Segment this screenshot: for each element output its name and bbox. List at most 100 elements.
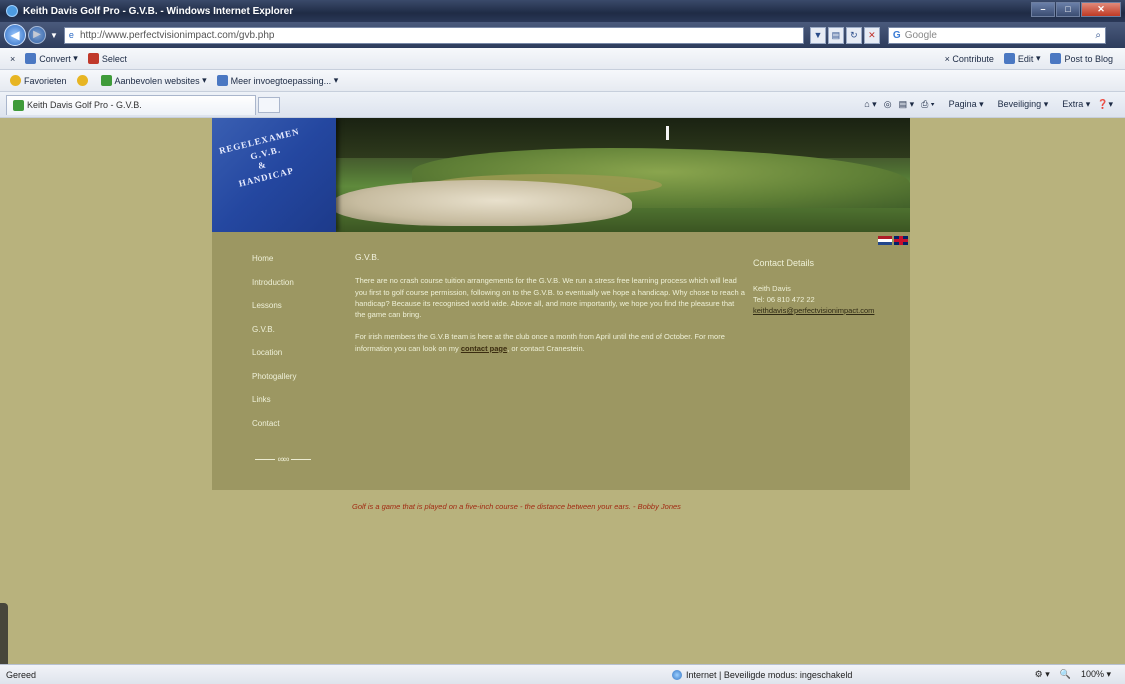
new-tab-button[interactable] <box>258 96 280 113</box>
more-addons-label: Meer invoegtoepassing... <box>230 75 332 86</box>
stop-icon[interactable]: ✕ <box>863 26 880 44</box>
edit-button[interactable]: Edit ▾ <box>1003 53 1040 64</box>
dutch-flag-icon[interactable] <box>878 236 892 245</box>
ie-logo-icon <box>6 5 18 17</box>
zoom-control[interactable]: 🔍 100% ▾ <box>1060 669 1111 680</box>
info-paragraph: For irish members the G.V.B team is here… <box>355 331 745 354</box>
nav-item-gvb[interactable]: G.V.B. <box>252 323 296 347</box>
contribute-button[interactable]: × Contribute <box>945 54 994 64</box>
more-addons-button[interactable]: Meer invoegtoepassing... ▾ <box>216 75 338 86</box>
contribute-label: Contribute <box>952 53 994 64</box>
extra-menu-label: Extra <box>1062 99 1084 109</box>
english-flag-icon[interactable] <box>894 236 908 245</box>
nav-item-location[interactable]: Location <box>252 346 296 370</box>
content-panel: Home Introduction Lessons G.V.B. Locatio… <box>212 232 910 490</box>
protected-mode-icon[interactable]: ⚙ ▾ <box>1035 669 1050 680</box>
print-icon[interactable]: ⎙ ▾ <box>921 99 934 110</box>
extra-menu[interactable]: Extra ▾ <box>1055 99 1090 110</box>
feeds-icon[interactable]: ◎ <box>884 99 892 110</box>
search-box[interactable]: G Google ⌕ <box>887 26 1106 44</box>
security-zone[interactable]: Internet | Beveiligde modus: ingeschakel… <box>672 669 853 680</box>
suggested-sites-icon <box>100 75 112 86</box>
contribute-toolbar: × Contribute Edit ▾ Post to Blog <box>935 53 1113 64</box>
page-icon: e <box>68 30 74 40</box>
address-actions: ▼ ▤ ↻ ✕ <box>808 26 880 44</box>
search-placeholder: Google <box>904 29 937 41</box>
suggested-sites-label: Aanbevolen websites <box>114 75 200 86</box>
favorites-star-icon <box>10 75 21 86</box>
window-title: Keith Davis Golf Pro - G.V.B. - Windows … <box>23 5 294 17</box>
google-icon: G <box>892 29 901 41</box>
command-bar: ⌂ ▾ ◎ ▤ ▾ ⎙ ▾ Pagina ▾ Beveiliging ▾ Ext… <box>857 99 1113 110</box>
info-text-end: , or contact Cranestein. <box>507 343 585 353</box>
read-mail-icon[interactable]: ▤ ▾ <box>899 99 915 110</box>
contact-email-link[interactable]: keithdavis@perfectvisionimpact.com <box>753 306 874 315</box>
nav-item-photogallery[interactable]: Photogallery <box>252 370 296 394</box>
compatibility-icon[interactable]: ▤ <box>827 26 844 44</box>
tab-row: Keith Davis Golf Pro - G.V.B. ⌂ ▾ ◎ ▤ ▾ … <box>0 92 1125 118</box>
contact-title: Contact Details <box>753 258 815 268</box>
add-favorite-button[interactable] <box>76 75 91 86</box>
zoom-level: 100% <box>1080 669 1104 679</box>
footer-quote: Golf is a game that is played on a five-… <box>352 502 681 511</box>
nav-item-home[interactable]: Home <box>252 252 296 276</box>
contact-phone: Tel: 06 810 472 22 <box>753 295 815 304</box>
zone-text: Internet | Beveiligde modus: ingeschakel… <box>686 669 853 680</box>
post-to-blog-button[interactable]: Post to Blog <box>1050 53 1113 64</box>
forward-button[interactable]: ▶ <box>28 26 46 44</box>
convert-button[interactable]: Convert ▾ <box>25 53 78 64</box>
security-menu-label: Beveiliging <box>997 99 1042 109</box>
select-icon <box>87 53 99 64</box>
window-controls: – □ ✕ <box>1030 2 1121 17</box>
language-flags <box>878 236 908 245</box>
status-right: ⚙ ▾ 🔍 100% ▾ <box>1025 669 1111 680</box>
convert-label: Convert <box>39 53 71 64</box>
status-bar: Gereed Internet | Beveiligde modus: inge… <box>0 664 1125 684</box>
select-button[interactable]: Select <box>87 53 127 64</box>
convert-icon <box>25 53 37 64</box>
address-bar[interactable]: e http://www.perfectvisionimpact.com/gvb… <box>63 26 804 44</box>
favorites-label: Favorieten <box>24 75 67 86</box>
history-dropdown-icon[interactable]: ▼ <box>50 31 58 40</box>
site-container: REGELEXAMEN G.V.B. & HANDICAP Home Intro… <box>212 118 910 490</box>
search-icon[interactable]: ⌕ <box>1095 30 1101 41</box>
security-menu[interactable]: Beveiliging ▾ <box>991 99 1049 110</box>
maximize-button[interactable]: □ <box>1056 2 1080 17</box>
header-bunker <box>332 180 632 226</box>
nav-item-contact[interactable]: Contact <box>252 417 296 441</box>
minimize-button[interactable]: – <box>1031 2 1055 17</box>
favorites-button[interactable]: Favorieten <box>10 75 67 86</box>
golf-flag-icon <box>666 126 669 140</box>
contact-name: Keith Davis <box>753 284 791 293</box>
status-text: Gereed <box>6 669 37 680</box>
page-menu[interactable]: Pagina ▾ <box>942 99 984 110</box>
address-dropdown-icon[interactable]: ▼ <box>809 26 826 44</box>
close-button[interactable]: ✕ <box>1081 2 1121 17</box>
home-icon[interactable]: ⌂ ▾ <box>864 99 876 110</box>
tab-active[interactable]: Keith Davis Golf Pro - G.V.B. <box>6 94 256 115</box>
address-row: ◀ ▶ ▼ e http://www.perfectvisionimpact.c… <box>0 22 1125 48</box>
page-viewport: REGELEXAMEN G.V.B. & HANDICAP Home Intro… <box>0 118 1125 668</box>
suggested-sites-button[interactable]: Aanbevolen websites ▾ <box>100 75 207 86</box>
book-line-3: & <box>256 159 268 171</box>
help-icon[interactable]: ❓▾ <box>1097 99 1113 110</box>
nav-item-introduction[interactable]: Introduction <box>252 276 296 300</box>
nav-item-links[interactable]: Links <box>252 393 296 417</box>
add-favorite-icon <box>76 75 88 86</box>
addon-toolbar: × Convert ▾ Select × Contribute Edit ▾ P… <box>0 48 1125 70</box>
nav-item-lessons[interactable]: Lessons <box>252 299 296 323</box>
select-label: Select <box>101 53 127 64</box>
internet-zone-icon <box>672 669 682 680</box>
page-title: G.V.B. <box>355 252 380 262</box>
refresh-icon[interactable]: ↻ <box>845 26 862 44</box>
intro-paragraph: There are no crash course tuition arrang… <box>355 276 745 320</box>
left-edge-handle <box>0 603 8 668</box>
blog-icon <box>1050 53 1062 64</box>
contact-page-link[interactable]: contact page <box>461 344 507 353</box>
back-button[interactable]: ◀ <box>4 24 26 46</box>
close-toolbar-icon[interactable]: × <box>10 54 15 64</box>
book-cover-logo: REGELEXAMEN G.V.B. & HANDICAP <box>212 118 336 232</box>
post-to-blog-label: Post to Blog <box>1064 53 1113 64</box>
nav-ornament: ∞∞ <box>238 454 328 464</box>
address-url: http://www.perfectvisionimpact.com/gvb.p… <box>79 29 275 41</box>
